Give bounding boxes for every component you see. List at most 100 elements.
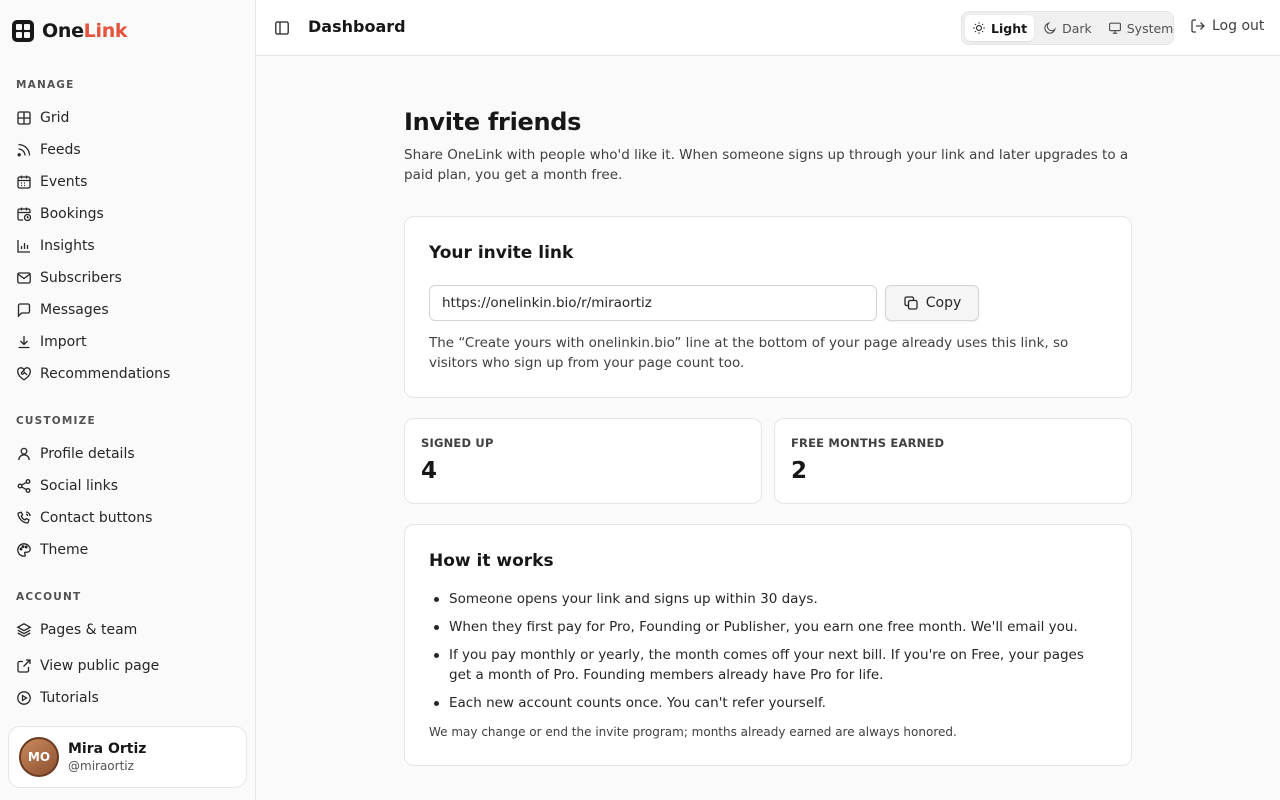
phone-icon xyxy=(17,511,31,524)
sidebar-item-events[interactable]: Events xyxy=(16,172,87,192)
monitor-icon xyxy=(1108,22,1121,34)
sidebar-item-theme[interactable]: Theme xyxy=(16,540,88,560)
theme-dark-button[interactable]: Dark xyxy=(1036,15,1099,41)
page-intro: Share OneLink with people who'd like it.… xyxy=(404,147,1129,183)
sidebar-item-recommendations[interactable]: Recommendations xyxy=(16,364,170,384)
sidebar-item-tutorials[interactable]: Tutorials xyxy=(16,688,99,708)
invite-card-title: Your invite link xyxy=(429,243,574,263)
sun-icon xyxy=(973,22,985,34)
sidebar-item-pages-team[interactable]: Pages & team xyxy=(16,620,137,640)
sidebar-item-label: Social links xyxy=(40,478,119,494)
play-circle-icon xyxy=(17,691,31,705)
invite-link-card: Your invite link Copy The “Create yours … xyxy=(404,216,1132,398)
moon-icon xyxy=(1044,22,1056,34)
sidebar-item-label: Bookings xyxy=(40,206,104,222)
palette-icon xyxy=(17,543,31,557)
external-link-icon xyxy=(17,659,31,673)
sidebar-item-import[interactable]: Import xyxy=(16,332,86,352)
sidebar-item-label: Messages xyxy=(40,302,109,318)
sidebar-item-label: Theme xyxy=(40,542,89,558)
copy-label: Copy xyxy=(925,295,962,311)
how-list: Someone opens your link and signs up wit… xyxy=(429,589,1109,721)
page-title: Dashboard xyxy=(308,17,406,36)
list-item: When they first pay for Pro, Founding or… xyxy=(429,617,1109,637)
message-square-icon xyxy=(17,303,31,318)
sidebar-item-grid[interactable]: Grid xyxy=(16,108,69,128)
stat-free-months: FREE MONTHS EARNED 2 xyxy=(774,418,1132,504)
sidebar-item-label: Contact buttons xyxy=(40,510,153,526)
sidebar-item-view-public-page[interactable]: View public page xyxy=(16,656,159,676)
sidebar-item-bookings[interactable]: Bookings xyxy=(16,204,104,224)
sidebar-item-label: Events xyxy=(40,174,88,190)
heart-handshake-icon xyxy=(17,367,31,381)
download-icon xyxy=(18,336,30,349)
sidebar-item-feeds[interactable]: Feeds xyxy=(16,140,81,160)
calendar-icon xyxy=(17,175,31,189)
fine-print: We may change or end the invite program;… xyxy=(429,725,957,739)
app-shell: OneLink MANAGE Grid Feeds Events Booking… xyxy=(0,0,1280,800)
topbar: Dashboard Light Dark System Log out xyxy=(256,0,1280,56)
theme-switcher: Light Dark System xyxy=(961,11,1174,45)
page-heading: Invite friends xyxy=(404,108,582,136)
logout-button[interactable]: Log out xyxy=(1190,18,1264,34)
log-out-icon xyxy=(1191,19,1205,33)
sidebar-item-messages[interactable]: Messages xyxy=(16,300,109,320)
sidebar-item-label: Grid xyxy=(40,110,70,126)
main-area: Dashboard Light Dark System Log out Invi… xyxy=(256,0,1280,800)
list-item: Each new account counts once. You can't … xyxy=(429,693,1109,713)
copy-button[interactable]: Copy xyxy=(885,285,979,321)
user-profile-card[interactable]: MO Mira Ortiz @miraortiz xyxy=(8,726,247,788)
logout-label: Log out xyxy=(1212,18,1265,34)
layers-icon xyxy=(16,623,32,638)
sidebar-item-label: Recommendations xyxy=(40,366,171,382)
grid-logo-icon xyxy=(12,20,34,42)
sidebar-item-social-links[interactable]: Social links xyxy=(16,476,118,496)
avatar: MO xyxy=(19,737,59,777)
user-icon xyxy=(18,447,30,461)
sidebar-item-label: Insights xyxy=(40,238,95,254)
theme-system-button[interactable]: System xyxy=(1101,15,1181,41)
stat-label: SIGNED UP xyxy=(421,436,494,450)
mail-icon xyxy=(17,272,31,284)
how-card-title: How it works xyxy=(429,551,554,571)
sidebar-item-label: Import xyxy=(40,334,87,350)
sidebar-item-insights[interactable]: Insights xyxy=(16,236,95,256)
share-icon xyxy=(17,479,31,493)
sidebar-item-label: View public page xyxy=(40,658,160,674)
invite-link-input[interactable] xyxy=(429,285,877,321)
user-info: Mira Ortiz @miraortiz xyxy=(68,741,146,773)
sidebar-item-label: Profile details xyxy=(40,446,135,462)
theme-system-label: System xyxy=(1126,20,1174,36)
sidebar-item-contact-buttons[interactable]: Contact buttons xyxy=(16,508,152,528)
sidebar-item-label: Pages & team xyxy=(40,622,138,638)
bar-chart-icon xyxy=(17,240,30,253)
theme-light-button[interactable]: Light xyxy=(965,15,1035,41)
grid-icon xyxy=(17,111,31,125)
list-item: Someone opens your link and signs up wit… xyxy=(429,589,1109,609)
stat-value: 2 xyxy=(791,458,808,484)
section-title-account: ACCOUNT xyxy=(16,591,82,603)
stat-value: 4 xyxy=(421,458,438,484)
brand-logo[interactable]: OneLink xyxy=(12,20,128,42)
brand-name: OneLink xyxy=(42,20,128,42)
sidebar-toggle-icon[interactable] xyxy=(274,20,290,36)
sidebar: OneLink MANAGE Grid Feeds Events Booking… xyxy=(0,0,256,800)
sidebar-item-profile-details[interactable]: Profile details xyxy=(16,444,135,464)
copy-icon xyxy=(904,296,918,310)
user-name: Mira Ortiz xyxy=(68,741,147,757)
sidebar-item-label: Subscribers xyxy=(40,270,122,286)
section-title-manage: MANAGE xyxy=(16,79,75,91)
list-item: If you pay monthly or yearly, the month … xyxy=(429,645,1109,685)
sidebar-item-label: Tutorials xyxy=(40,690,99,706)
calendar-clock-icon xyxy=(17,207,32,222)
stat-signed-up: SIGNED UP 4 xyxy=(404,418,762,504)
rss-icon xyxy=(17,143,31,157)
sidebar-item-label: Feeds xyxy=(40,142,81,158)
theme-dark-label: Dark xyxy=(1062,20,1092,36)
section-title-customize: CUSTOMIZE xyxy=(16,415,96,427)
invite-card-note: The “Create yours with onelinkin.bio” li… xyxy=(429,335,1069,371)
user-handle: @miraortiz xyxy=(68,759,134,773)
stat-label: FREE MONTHS EARNED xyxy=(791,436,945,450)
sidebar-item-subscribers[interactable]: Subscribers xyxy=(16,268,122,288)
theme-light-label: Light xyxy=(991,20,1028,36)
